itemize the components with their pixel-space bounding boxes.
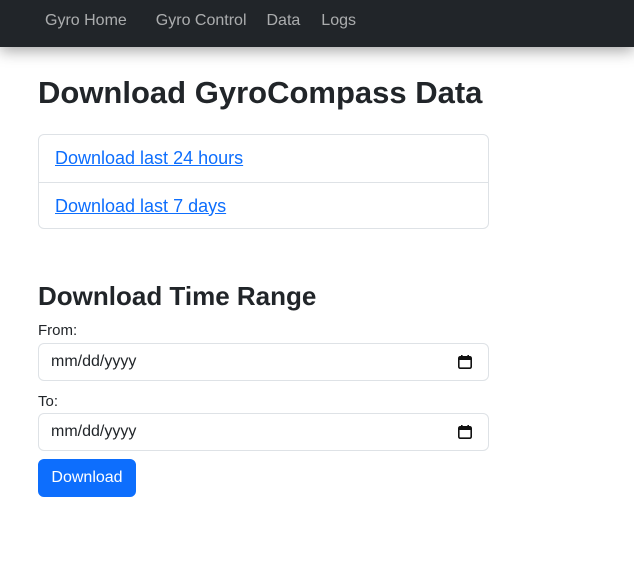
to-label: To: <box>38 393 59 410</box>
from-date-input[interactable]: mm/dd/yyyy <box>38 343 489 381</box>
nav-gyro-control[interactable]: Gyro Control <box>156 12 247 30</box>
list-item: Download last 24 hours <box>39 135 488 182</box>
download-button[interactable]: Download <box>38 459 136 497</box>
download-7-days-link[interactable]: Download last 7 days <box>55 196 226 217</box>
from-date-value: mm/dd/yyyy <box>51 353 137 370</box>
download-24-hours-link[interactable]: Download last 24 hours <box>55 148 243 169</box>
nav-gyro-home[interactable]: Gyro Home <box>45 12 127 30</box>
list-item: Download last 7 days <box>39 182 488 228</box>
from-label: From: <box>38 322 78 339</box>
top-navbar: Gyro Home Gyro Control Data Logs <box>0 0 634 47</box>
calendar-icon[interactable] <box>458 355 472 369</box>
calendar-icon[interactable] <box>458 425 472 439</box>
time-range-title: Download Time Range <box>38 281 317 311</box>
to-date-value: mm/dd/yyyy <box>51 423 137 440</box>
nav-data[interactable]: Data <box>267 12 301 30</box>
page-title: Download GyroCompass Data <box>38 75 483 110</box>
to-date-input[interactable]: mm/dd/yyyy <box>38 413 489 451</box>
quick-download-list: Download last 24 hours Download last 7 d… <box>38 134 489 229</box>
nav-logs[interactable]: Logs <box>321 12 356 30</box>
